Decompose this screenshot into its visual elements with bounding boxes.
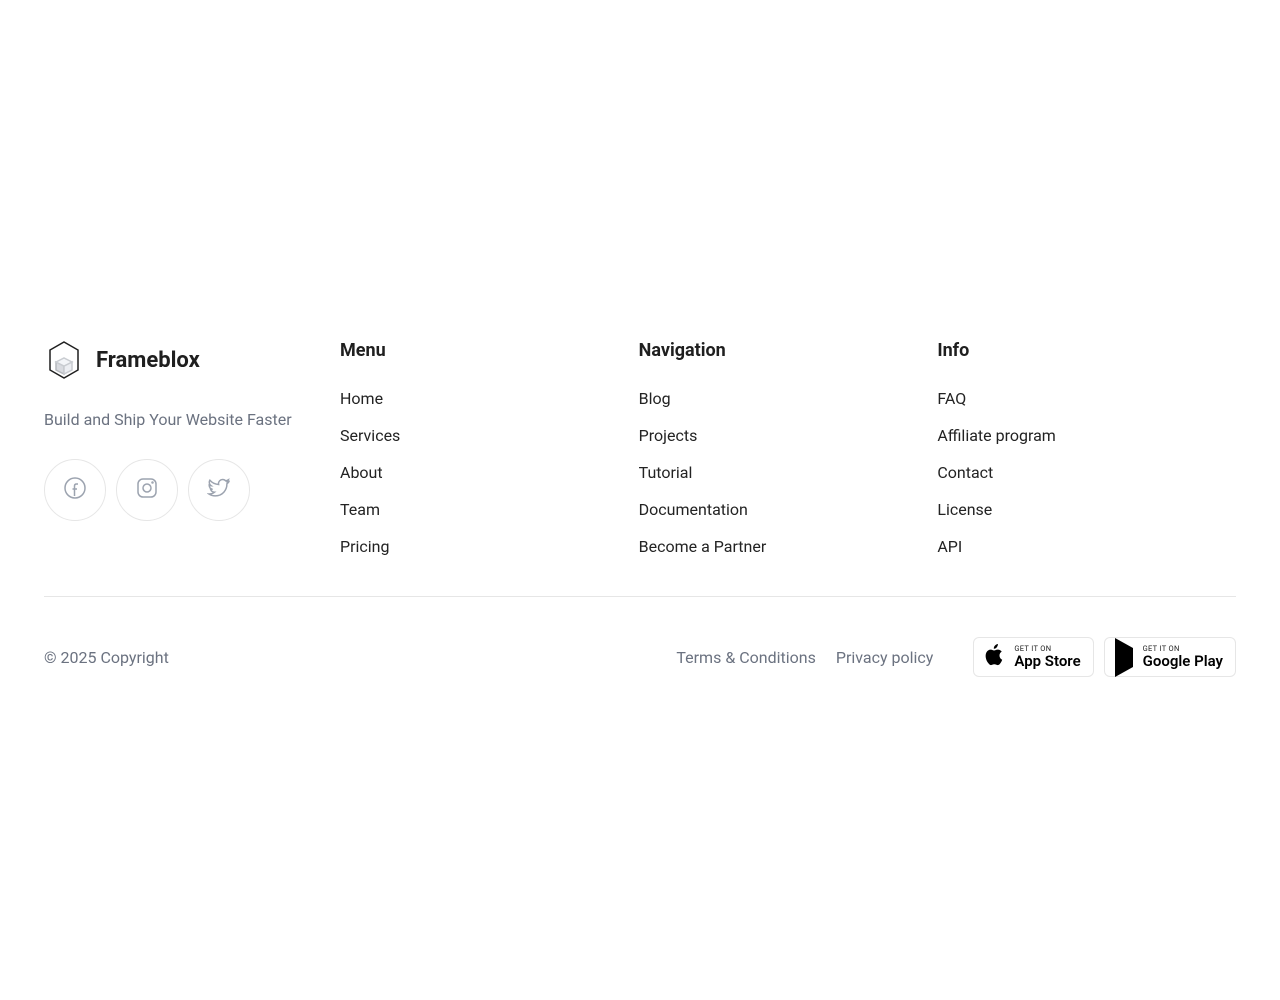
store-badges: GET IT ON App Store GET IT ON Google Pla… [973,637,1236,677]
column-heading: Menu [340,340,639,361]
brand-column: Frameblox Build and Ship Your Website Fa… [44,340,340,556]
link-projects[interactable]: Projects [639,426,938,445]
logo-row: Frameblox [44,340,340,380]
link-faq[interactable]: FAQ [937,389,1236,408]
bottom-links: Terms & Conditions Privacy policy [676,648,933,667]
link-services[interactable]: Services [340,426,639,445]
link-about[interactable]: About [340,463,639,482]
link-list: FAQ Affiliate program Contact License AP… [937,389,1236,556]
link-contact[interactable]: Contact [937,463,1236,482]
store-text: GET IT ON Google Play [1143,645,1223,670]
store-big: App Store [1014,653,1080,670]
column-heading: Info [937,340,1236,361]
store-text: GET IT ON App Store [1014,645,1080,670]
link-tutorial[interactable]: Tutorial [639,463,938,482]
column-menu: Menu Home Services About Team Pricing [340,340,639,556]
hexagon-cube-icon [44,340,84,380]
apple-icon [982,643,1006,671]
brand-name: Frameblox [96,348,200,373]
link-list: Home Services About Team Pricing [340,389,639,556]
instagram-button[interactable] [116,459,178,521]
link-pricing[interactable]: Pricing [340,537,639,556]
brand-tagline: Build and Ship Your Website Faster [44,410,340,429]
link-api[interactable]: API [937,537,1236,556]
copyright: © 2025 Copyright [44,648,676,667]
footer-main: Frameblox Build and Ship Your Website Fa… [44,340,1236,597]
google-play-icon [1113,648,1135,667]
column-heading: Navigation [639,340,938,361]
link-home[interactable]: Home [340,389,639,408]
twitter-icon [207,476,231,504]
google-play-button[interactable]: GET IT ON Google Play [1104,637,1236,677]
link-blog[interactable]: Blog [639,389,938,408]
column-navigation: Navigation Blog Projects Tutorial Docume… [639,340,938,556]
link-documentation[interactable]: Documentation [639,500,938,519]
link-privacy[interactable]: Privacy policy [836,648,934,667]
link-affiliate[interactable]: Affiliate program [937,426,1236,445]
app-store-button[interactable]: GET IT ON App Store [973,637,1093,677]
link-license[interactable]: License [937,500,1236,519]
instagram-icon [135,476,159,504]
twitter-button[interactable] [188,459,250,521]
store-big: Google Play [1143,653,1223,670]
footer-bottom: © 2025 Copyright Terms & Conditions Priv… [44,597,1236,677]
facebook-button[interactable] [44,459,106,521]
facebook-icon [63,476,87,504]
social-row [44,459,340,521]
link-list: Blog Projects Tutorial Documentation Bec… [639,389,938,556]
link-team[interactable]: Team [340,500,639,519]
column-info: Info FAQ Affiliate program Contact Licen… [937,340,1236,556]
link-become-partner[interactable]: Become a Partner [639,537,938,556]
footer: Frameblox Build and Ship Your Website Fa… [0,0,1280,677]
link-terms[interactable]: Terms & Conditions [676,648,816,667]
